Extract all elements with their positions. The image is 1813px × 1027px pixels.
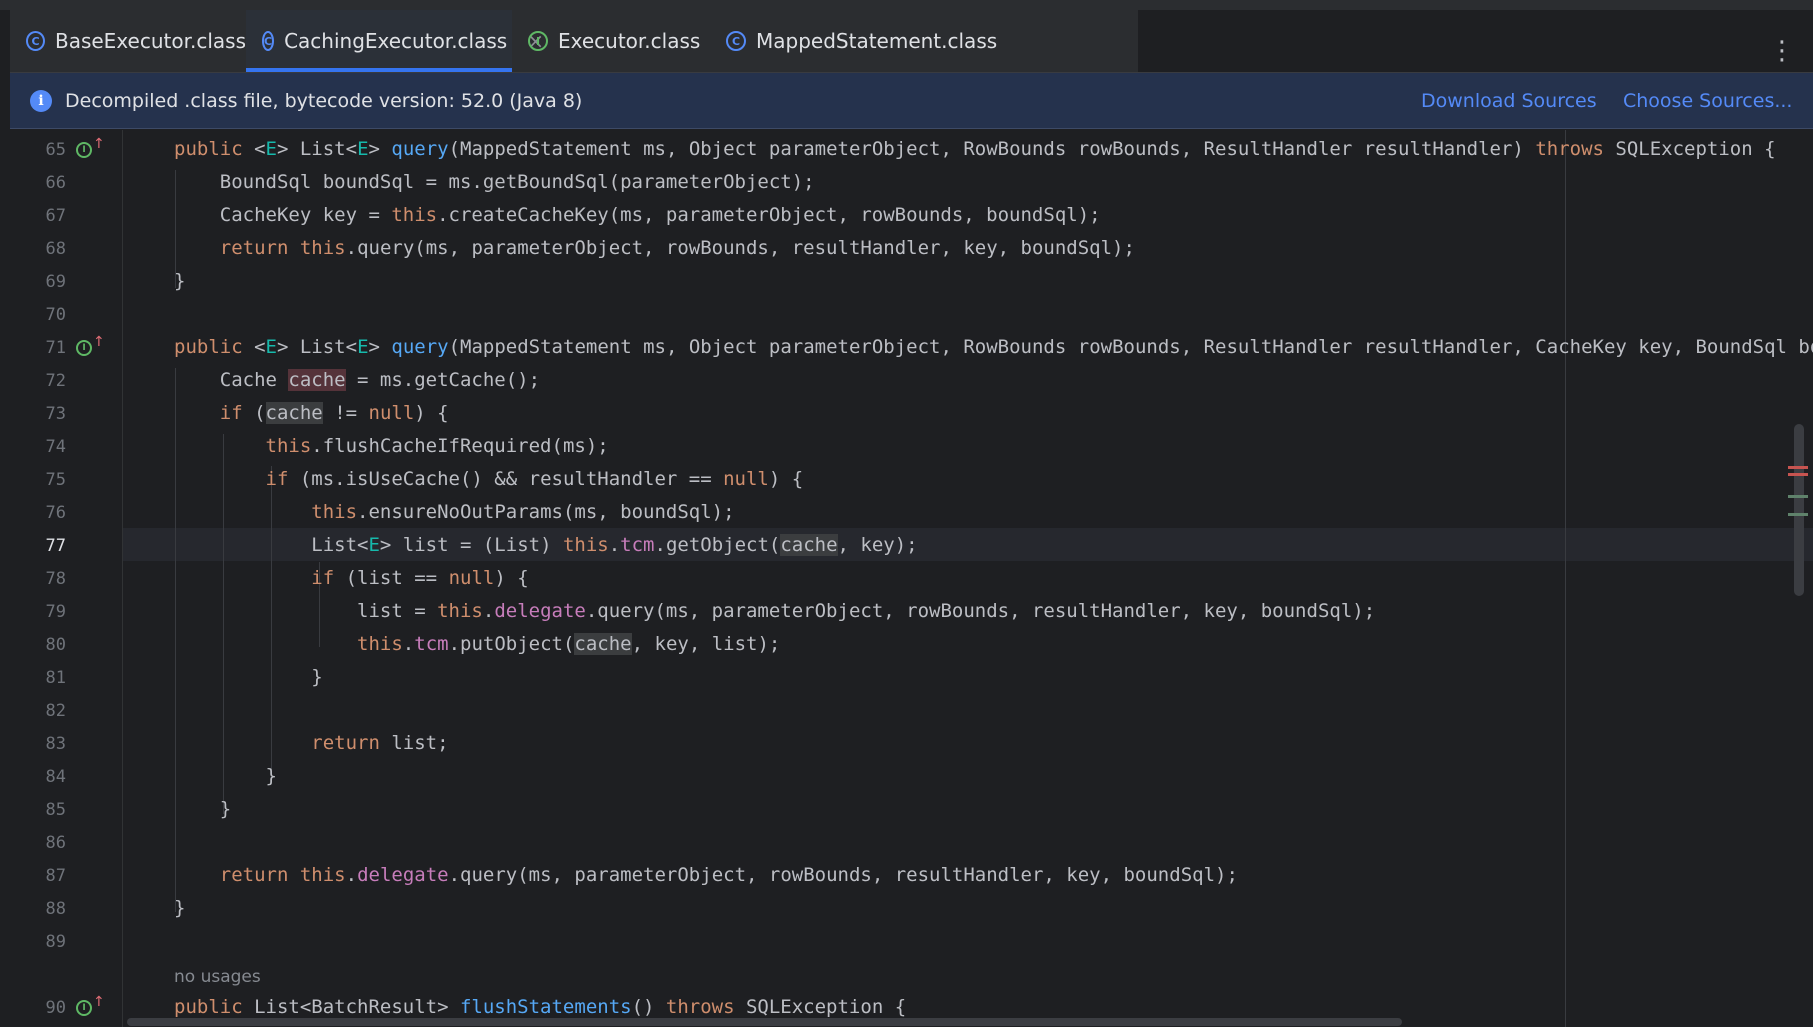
code-line[interactable]: } (174, 897, 185, 919)
class-icon: C (26, 31, 45, 51)
tab-group: C BaseExecutor.class C CachingExecutor.c… (10, 10, 1138, 72)
code-line[interactable]: public <E> List<E> query(MappedStatement… (174, 138, 1776, 160)
line-number: 69 (45, 272, 66, 292)
tab-label: CachingExecutor.class (284, 29, 508, 53)
choose-sources-link[interactable]: Choose Sources... (1623, 73, 1792, 129)
code-line[interactable]: public List<BatchResult> flushStatements… (174, 996, 906, 1018)
line-number: 66 (45, 173, 66, 193)
line-number-current: 77 (45, 536, 66, 556)
line-number: 76 (45, 503, 66, 523)
implements-gutter-icon[interactable]: I (76, 1000, 92, 1016)
code-line[interactable]: BoundSql boundSql = ms.getBoundSql(param… (174, 171, 815, 193)
code-line[interactable]: list = this.delegate.query(ms, parameter… (174, 600, 1375, 622)
code-line[interactable]: this.ensureNoOutParams(ms, boundSql); (174, 501, 734, 523)
decompiled-notice-banner: i Decompiled .class file, bytecode versi… (10, 73, 1813, 129)
error-stripe-mark[interactable] (1788, 466, 1808, 469)
tab-executor[interactable]: I Executor.class (512, 10, 710, 72)
implements-gutter-icon[interactable]: I (76, 340, 92, 356)
line-number-gutter: 65 66 67 68 69 70 71 72 73 74 75 76 77 7… (10, 130, 123, 1027)
line-number: 82 (45, 701, 66, 721)
class-icon: C (262, 31, 275, 51)
code-line[interactable]: CacheKey key = this.createCacheKey(ms, p… (174, 204, 1101, 226)
code-line[interactable]: } (174, 798, 231, 820)
line-number: 80 (45, 635, 66, 655)
line-number: 79 (45, 602, 66, 622)
indent-guide (223, 434, 224, 814)
line-number: 78 (45, 569, 66, 589)
code-line[interactable]: public <E> List<E> query(MappedStatement… (174, 336, 1813, 358)
code-line[interactable]: } (174, 765, 277, 787)
line-number: 73 (45, 404, 66, 424)
line-number: 85 (45, 800, 66, 820)
override-arrow-icon: ↑ (93, 136, 105, 152)
usages-hint[interactable]: no usages (174, 967, 261, 987)
line-number: 83 (45, 734, 66, 754)
tab-base-executor[interactable]: C BaseExecutor.class (10, 10, 246, 72)
tab-mapped-statement[interactable]: C MappedStatement.class (710, 10, 1138, 72)
usage-stripe-mark[interactable] (1788, 495, 1808, 498)
tab-caching-executor[interactable]: C CachingExecutor.class × (246, 10, 544, 72)
line-number: 74 (45, 437, 66, 457)
code-line[interactable]: if (ms.isUseCache() && resultHandler == … (174, 468, 804, 490)
line-number: 90 (45, 998, 66, 1018)
code-line[interactable]: if (cache != null) { (174, 402, 449, 424)
line-number: 81 (45, 668, 66, 688)
active-tab-indicator (246, 68, 512, 72)
line-number: 89 (45, 932, 66, 952)
line-number: 65 (45, 140, 66, 160)
code-editor[interactable]: 65 66 67 68 69 70 71 72 73 74 75 76 77 7… (10, 130, 1813, 1027)
info-icon: i (30, 90, 52, 112)
line-number: 87 (45, 866, 66, 886)
line-number: 88 (45, 899, 66, 919)
code-line[interactable]: return this.delegate.query(ms, parameter… (174, 864, 1238, 886)
window-top-strip (0, 0, 1813, 10)
line-number: 68 (45, 239, 66, 259)
code-line[interactable]: this.tcm.putObject(cache, key, list); (174, 633, 780, 655)
line-number: 72 (45, 371, 66, 391)
class-icon: C (726, 31, 746, 51)
line-number: 71 (45, 338, 66, 358)
code-line[interactable]: return list; (174, 732, 448, 754)
code-line[interactable]: this.flushCacheIfRequired(ms); (174, 435, 609, 457)
interface-icon: I (528, 31, 548, 51)
tab-label: Executor.class (558, 29, 701, 53)
override-arrow-icon: ↑ (93, 334, 105, 350)
download-sources-link[interactable]: Download Sources (1421, 73, 1597, 129)
editor-tab-bar: C BaseExecutor.class C CachingExecutor.c… (10, 10, 1813, 73)
code-line[interactable]: } (174, 270, 185, 292)
code-line[interactable]: if (list == null) { (174, 567, 528, 589)
vertical-scrollbar[interactable] (1794, 424, 1804, 596)
implements-gutter-icon[interactable]: I (76, 142, 92, 158)
line-number: 75 (45, 470, 66, 490)
error-stripe-mark[interactable] (1788, 473, 1808, 476)
right-margin-guide (1565, 130, 1566, 1027)
code-line[interactable]: Cache cache = ms.getCache(); (174, 369, 540, 391)
override-arrow-icon: ↑ (93, 994, 105, 1010)
code-line-current[interactable]: List<E> list = (List) this.tcm.getObject… (174, 534, 918, 556)
usage-stripe-mark[interactable] (1788, 513, 1808, 516)
line-number: 86 (45, 833, 66, 853)
line-number: 70 (45, 305, 66, 325)
horizontal-scrollbar[interactable] (127, 1018, 1402, 1026)
tab-label: MappedStatement.class (756, 29, 998, 53)
tab-label: BaseExecutor.class (54, 29, 246, 53)
line-number: 84 (45, 767, 66, 787)
banner-text: Decompiled .class file, bytecode version… (65, 90, 583, 112)
code-line[interactable]: return this.query(ms, parameterObject, r… (174, 237, 1135, 259)
line-number: 67 (45, 206, 66, 226)
code-line[interactable]: } (174, 666, 322, 688)
